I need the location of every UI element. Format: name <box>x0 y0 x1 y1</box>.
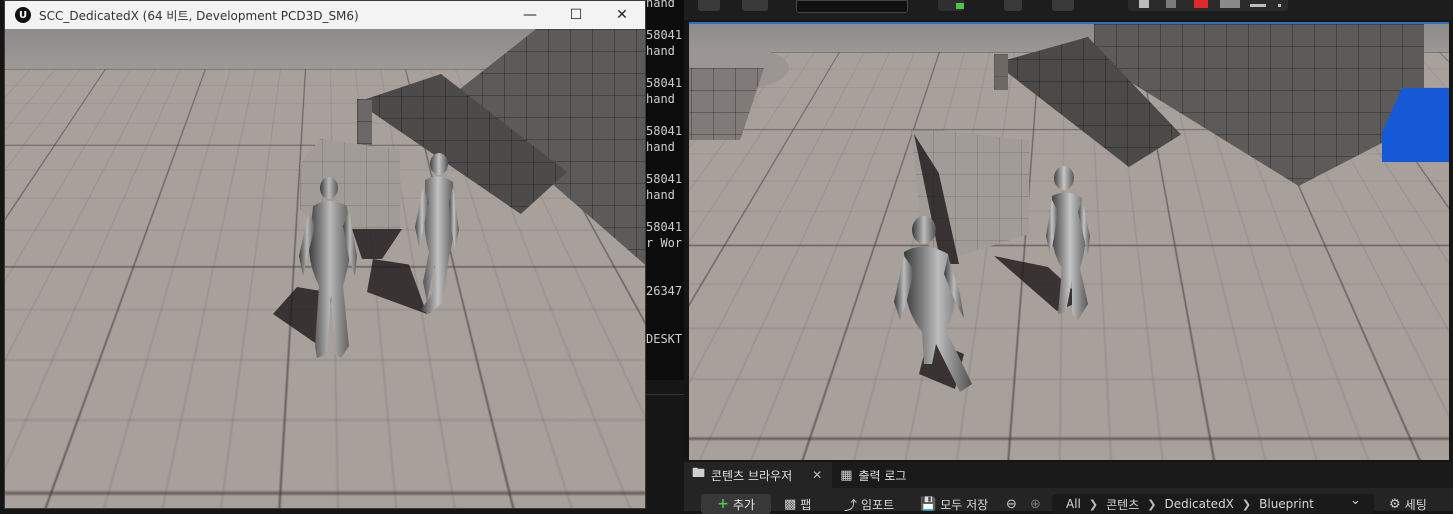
console-line: 58041 <box>646 28 682 42</box>
close-tab-icon[interactable]: ✕ <box>812 468 822 482</box>
back-arrow-icon: ⊖ <box>1006 497 1017 512</box>
blueprint-toolbar-icon[interactable] <box>1004 0 1022 11</box>
pause-icon[interactable] <box>1139 0 1149 8</box>
eject-icon[interactable] <box>1220 0 1240 8</box>
ramp-side <box>994 54 1008 90</box>
chevron-right-icon: ❯ <box>1147 498 1156 511</box>
browse-toolbar-icon[interactable] <box>742 0 768 11</box>
console-lower-panel <box>646 380 684 511</box>
terminal-icon: ▦ <box>840 468 852 483</box>
console-line: 58041 <box>646 124 682 138</box>
tab-output-log[interactable]: ▦ 출력 로그 <box>832 462 916 488</box>
character-mannequin-2 <box>1044 164 1104 324</box>
minimize-button[interactable]: — <box>507 1 553 29</box>
breadcrumb-item[interactable]: DedicatedX <box>1164 497 1233 511</box>
game-viewport[interactable] <box>5 29 645 508</box>
game-titlebar[interactable]: U SCC_DedicatedX (64 비트, Development PCD… <box>5 1 645 29</box>
save-icon: 💾 <box>920 497 936 512</box>
character-mannequin-1 <box>291 176 363 361</box>
game-window[interactable]: U SCC_DedicatedX (64 비트, Development PCD… <box>4 0 646 509</box>
forward-button[interactable]: ⊕ <box>1030 496 1041 512</box>
console-line: hand <box>646 92 675 106</box>
level-viewport[interactable] <box>689 22 1449 460</box>
bottom-panel-tabs: 🖿 콘텐츠 브라우저 ✕ ▦ 출력 로그 <box>684 462 1453 488</box>
plus-icon: + <box>717 496 729 512</box>
chevron-right-icon: ❯ <box>1242 498 1251 511</box>
ramp-side <box>357 99 372 149</box>
breadcrumb-item[interactable]: 콘텐츠 <box>1106 496 1139 513</box>
cinematics-toolbar-icon[interactable] <box>1052 0 1074 11</box>
breadcrumb-item[interactable]: Blueprint <box>1259 497 1314 511</box>
stop-icon[interactable] <box>1194 0 1208 8</box>
editor-toolbar <box>684 0 1453 20</box>
maximize-button[interactable]: ☐ <box>553 1 599 29</box>
fab-button[interactable]: ▩ 팹 <box>784 496 811 512</box>
character-mannequin-2 <box>403 152 463 322</box>
options-icon[interactable] <box>1250 4 1266 7</box>
breadcrumb-dropdown[interactable]: ⌄ <box>1350 492 1361 508</box>
tab-label: 콘텐츠 브라우저 <box>711 467 792 484</box>
unreal-logo-icon: U <box>15 7 31 23</box>
add-button[interactable]: + 추가 <box>701 494 771 514</box>
add-plus-icon <box>956 3 964 9</box>
console-line: 26347 <box>646 284 682 298</box>
tab-content-browser[interactable]: 🖿 콘텐츠 브라우저 ✕ <box>684 462 832 488</box>
close-button[interactable]: ✕ <box>599 1 645 29</box>
console-line: hand <box>646 0 675 10</box>
save-toolbar-icon[interactable] <box>698 0 720 11</box>
breadcrumb-item[interactable]: All <box>1066 497 1081 511</box>
console-line: 58041 <box>646 172 682 186</box>
folder-icon: 🖿 <box>692 464 705 486</box>
chevron-down-icon: ⌄ <box>1350 493 1361 508</box>
breadcrumb: All ❯ 콘텐츠 ❯ DedicatedX ❯ Blueprint <box>1052 494 1374 514</box>
gear-icon: ⚙ <box>1389 497 1401 512</box>
chevron-right-icon: ❯ <box>1089 498 1098 511</box>
mode-dropdown[interactable] <box>796 0 908 13</box>
forward-arrow-icon: ⊕ <box>1030 497 1041 512</box>
more-icon[interactable] <box>1278 4 1281 7</box>
console-line: DESKT <box>646 332 682 346</box>
character-mannequin-1 <box>894 214 994 394</box>
settings-button[interactable]: ⚙ 세팅 <box>1389 496 1427 512</box>
console-line: hand <box>646 44 675 58</box>
step-icon[interactable] <box>1166 0 1176 8</box>
tab-label: 출력 로그 <box>858 467 906 484</box>
content-browser-toolbar: + 추가 ▩ 팹 ⤴ 임포트 💾 모두 저장 ⊖ ⊕ All ❯ 콘텐츠 ❯ D… <box>684 488 1453 511</box>
console-line: 58041 <box>646 76 682 90</box>
back-button[interactable]: ⊖ <box>1006 496 1017 512</box>
console-line: 58041 <box>646 220 682 234</box>
console-line: hand <box>646 140 675 154</box>
game-window-title: SCC_DedicatedX (64 비트, Development PCD3D… <box>39 7 507 24</box>
console-output[interactable]: hand 58041 hand 58041 hand 58041 hand 58… <box>646 0 684 380</box>
import-button[interactable]: ⤴ 임포트 <box>844 496 894 512</box>
unreal-editor: 🖿 콘텐츠 브라우저 ✕ ▦ 출력 로그 + 추가 ▩ 팹 ⤴ 임포트 💾 모두… <box>684 0 1453 511</box>
fab-icon: ▩ <box>784 497 796 512</box>
console-line: hand <box>646 188 675 202</box>
console-line: r Wor <box>646 236 682 250</box>
save-all-button[interactable]: 💾 모두 저장 <box>920 496 988 512</box>
